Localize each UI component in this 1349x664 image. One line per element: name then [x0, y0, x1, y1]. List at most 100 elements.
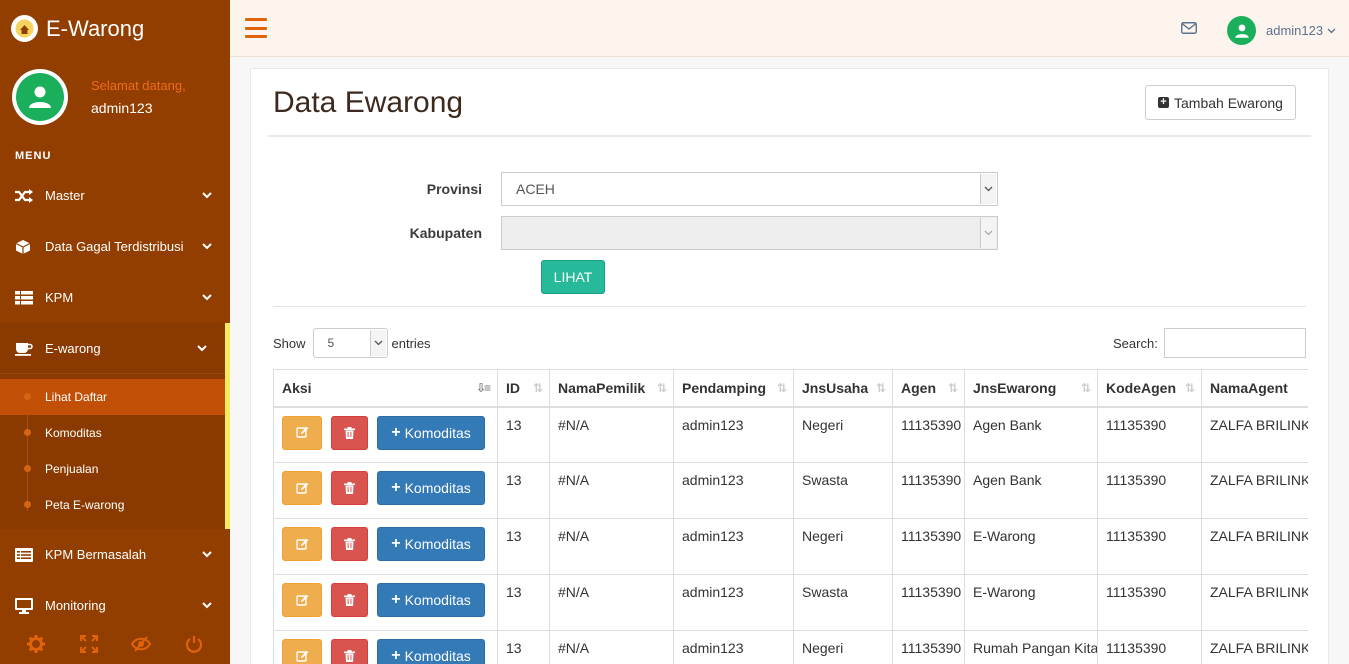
cell-nama-agent: ZALFA BRILINK: [1201, 518, 1308, 575]
chevron-down-icon: [202, 602, 212, 609]
envelope-icon[interactable]: [1181, 22, 1197, 37]
nav-item-kpm[interactable]: KPM: [0, 272, 230, 323]
cell-usaha: Swasta: [793, 462, 893, 519]
eye-slash-icon[interactable]: [126, 629, 156, 659]
cell-pemilik: #N/A: [549, 406, 674, 463]
cube-icon: [15, 239, 35, 255]
table-icon: [15, 290, 35, 306]
cell-pendamping: admin123: [673, 518, 794, 575]
cell-usaha: Negeri: [793, 406, 893, 463]
nav-item-data-gagal[interactable]: Data Gagal Terdistribusi: [0, 221, 230, 272]
cell-jenis: Agen Bank: [964, 406, 1098, 463]
cell-pendamping: admin123: [673, 574, 794, 631]
column-header-jnsusaha[interactable]: JnsUsaha ⇅: [793, 369, 893, 408]
table-row: + Komoditas 13 #N/A admin123 Swasta 11135390 E-…: [273, 574, 1308, 631]
add-komoditas-button[interactable]: + Komoditas: [377, 415, 485, 450]
submenu-item-peta-ewarong[interactable]: Peta E-warong: [0, 487, 225, 523]
ewarong-table: Aksi ⇩≡ ID ⇅ NamaPemilik ⇅ Pendamping ⇅ JnsU…: [273, 369, 1308, 664]
column-header-pendamping[interactable]: Pendamping ⇅: [673, 369, 794, 408]
chevron-down-icon: [202, 551, 212, 558]
cell-kode: 11135390: [1097, 406, 1202, 463]
search-input[interactable]: [1163, 328, 1306, 358]
kabupaten-row: Kabupaten: [251, 216, 998, 250]
column-header-namaagent[interactable]: NamaAgent: [1201, 369, 1308, 408]
user-icon: [29, 86, 51, 108]
table-header-row: Aksi ⇩≡ ID ⇅ NamaPemilik ⇅ Pendamping ⇅ JnsU…: [273, 369, 1308, 408]
chevron-down-icon: [202, 294, 212, 301]
chevron-down-icon: [197, 345, 207, 352]
submenu-item-penjualan[interactable]: Penjualan: [0, 451, 225, 487]
submenu-item-komoditas[interactable]: Komoditas: [0, 415, 225, 451]
nav-item-ewarong[interactable]: E-warong: [0, 323, 230, 374]
cell-usaha: Negeri: [793, 518, 893, 575]
avatar: [12, 69, 68, 125]
table-row: + Komoditas 13 #N/A admin123 Negeri 11135390 E-…: [273, 518, 1308, 575]
sidebar: E-Warong Selamat datang, admin123 MENU M…: [0, 0, 230, 664]
add-komoditas-button[interactable]: + Komoditas: [377, 639, 485, 664]
cell-kode: 11135390: [1097, 574, 1202, 631]
cell-pemilik: #N/A: [549, 630, 674, 664]
actions-cell: + Komoditas: [273, 574, 498, 631]
cell-agen: 11135390: [892, 574, 965, 631]
delete-button[interactable]: [331, 415, 368, 450]
nav-item-kpm-bermasalah[interactable]: KPM Bermasalah: [0, 529, 230, 580]
edit-button[interactable]: [282, 527, 322, 561]
user-dropdown[interactable]: admin123: [1227, 16, 1336, 45]
lihat-button[interactable]: LIHAT: [541, 260, 605, 294]
cell-kode: 11135390: [1097, 462, 1202, 519]
table-search: Search:: [1113, 328, 1306, 358]
column-header-aksi[interactable]: Aksi ⇩≡: [273, 369, 498, 408]
data-table-wrapper: Aksi ⇩≡ ID ⇅ NamaPemilik ⇅ Pendamping ⇅ JnsU…: [273, 369, 1308, 664]
edit-button[interactable]: [282, 583, 322, 617]
desktop-icon: [15, 597, 35, 614]
add-komoditas-button[interactable]: + Komoditas: [377, 471, 485, 505]
content-panel: Data Ewarong + Tambah Ewarong Provinsi A…: [250, 68, 1329, 664]
provinsi-select[interactable]: ACEH: [501, 172, 998, 206]
menu-toggle-icon[interactable]: [245, 18, 267, 38]
edit-button[interactable]: [282, 471, 322, 505]
page-length-select[interactable]: 5: [312, 328, 388, 358]
delete-button[interactable]: [331, 527, 368, 561]
plus-square-icon: +: [1158, 97, 1170, 108]
kabupaten-label: Kabupaten: [409, 225, 482, 241]
coffee-icon: [15, 341, 35, 357]
actions-cell: + Komoditas: [273, 462, 498, 519]
cell-kode: 11135390: [1097, 518, 1202, 575]
chevron-down-icon: [980, 174, 996, 204]
page-length-control: Show 5 entries: [273, 328, 431, 358]
cell-id: 13: [497, 406, 550, 463]
table-row: + Komoditas 13 #N/A admin123 Swasta 11135390 Ag…: [273, 462, 1308, 519]
delete-button[interactable]: [331, 639, 368, 664]
plus-icon: +: [391, 535, 401, 552]
plus-icon: +: [391, 423, 401, 441]
column-header-agen[interactable]: Agen ⇅: [892, 369, 965, 408]
fullscreen-icon[interactable]: [74, 629, 104, 659]
kabupaten-select[interactable]: [501, 216, 998, 250]
settings-gear-icon[interactable]: [21, 629, 51, 659]
plus-icon: +: [391, 591, 401, 608]
edit-button[interactable]: [282, 415, 322, 450]
add-ewarong-button[interactable]: + Tambah Ewarong: [1145, 85, 1296, 120]
brand[interactable]: E-Warong: [0, 0, 230, 57]
submenu-item-lihat-daftar[interactable]: Lihat Daftar: [0, 379, 225, 415]
column-header-jnsewarong[interactable]: JnsEwarong ⇅: [964, 369, 1098, 408]
column-header-namapemilik[interactable]: NamaPemilik ⇅: [549, 369, 674, 408]
nav-item-master[interactable]: Master: [0, 170, 230, 221]
sort-icon: ⇅: [776, 381, 787, 395]
delete-button[interactable]: [331, 583, 368, 617]
delete-button[interactable]: [331, 471, 368, 505]
column-header-id[interactable]: ID ⇅: [497, 369, 550, 408]
sort-icon: ⇅: [875, 381, 886, 395]
power-icon[interactable]: [179, 629, 209, 659]
column-header-kodeagen[interactable]: KodeAgen ⇅: [1097, 369, 1202, 408]
sort-icon: ⇅: [947, 381, 958, 395]
cell-jenis: E-Warong: [964, 574, 1098, 631]
edit-button[interactable]: [282, 639, 322, 664]
sort-icon: ⇅: [656, 381, 667, 395]
menu-heading: MENU: [15, 150, 52, 162]
profile: Selamat datang, admin123: [0, 57, 230, 127]
cell-pendamping: admin123: [673, 462, 794, 519]
add-komoditas-button[interactable]: + Komoditas: [377, 583, 485, 617]
cell-id: 13: [497, 518, 550, 575]
add-komoditas-button[interactable]: + Komoditas: [377, 527, 485, 561]
